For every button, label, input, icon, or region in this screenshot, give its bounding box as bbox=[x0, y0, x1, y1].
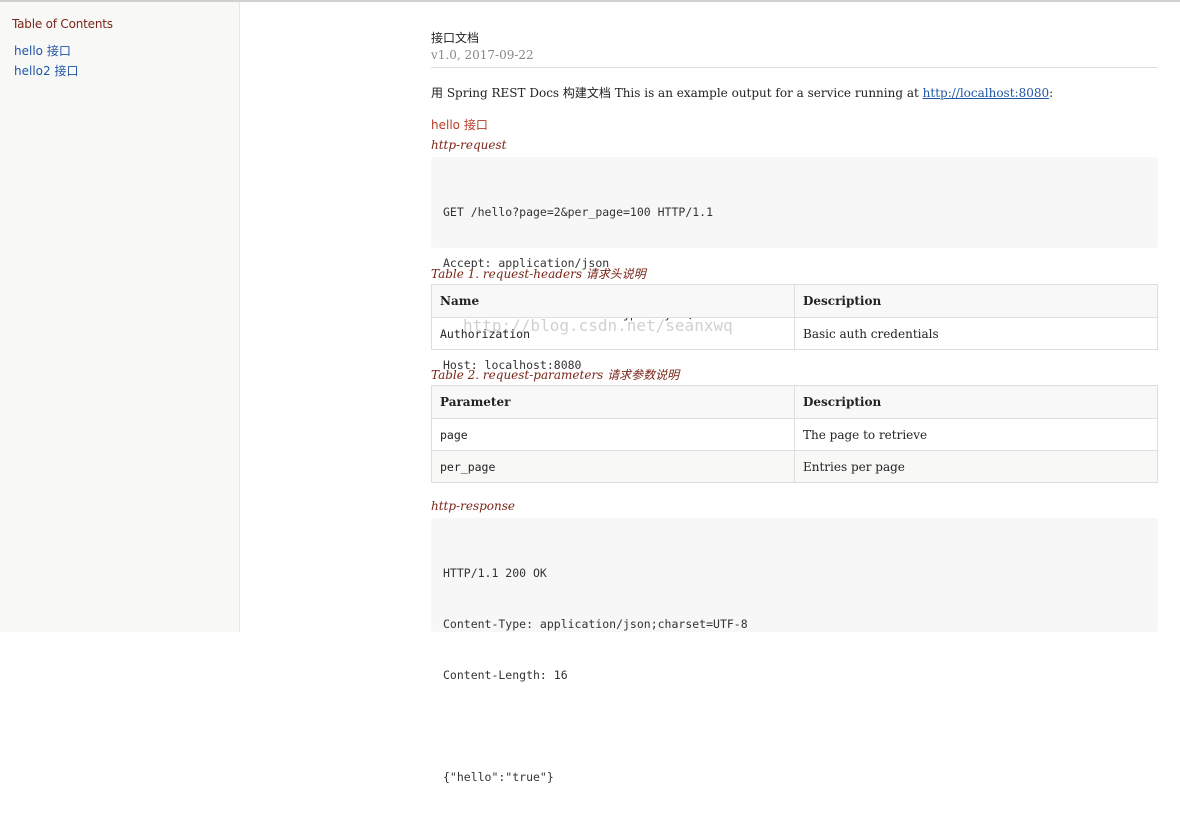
intro-paragraph: 用 Spring REST Docs 构建文档 This is an examp… bbox=[431, 84, 1053, 101]
response-line: Content-Type: application/json;charset=U… bbox=[443, 617, 748, 631]
column-header: Name bbox=[431, 284, 795, 318]
table-cell: Basic auth credentials bbox=[794, 317, 1158, 350]
localhost-link[interactable]: http://localhost:8080 bbox=[923, 86, 1049, 100]
intro-suffix: : bbox=[1049, 86, 1054, 100]
table-cell: The page to retrieve bbox=[794, 418, 1158, 451]
toc-sidebar: Table of Contents hello 接口 hello2 接口 bbox=[0, 2, 240, 632]
toc-title: Table of Contents bbox=[12, 17, 113, 31]
toc-item-hello2[interactable]: hello2 接口 bbox=[14, 61, 78, 81]
table-row: per_page Entries per page bbox=[431, 450, 1158, 483]
table-header-row: Parameter Description bbox=[431, 385, 1158, 419]
response-line: {"hello":"true"} bbox=[443, 770, 554, 784]
doc-version: v1.0, 2017-09-22 bbox=[431, 48, 534, 62]
http-request-label: http-request bbox=[431, 138, 507, 152]
response-line: Content-Length: 16 bbox=[443, 668, 568, 682]
http-request-block: GET /hello?page=2&per_page=100 HTTP/1.1 … bbox=[431, 157, 1158, 372]
column-header: Description bbox=[794, 284, 1158, 318]
request-line: GET /hello?page=2&per_page=100 HTTP/1.1 bbox=[443, 205, 714, 219]
table-row: page The page to retrieve bbox=[431, 418, 1158, 451]
response-line: HTTP/1.1 200 OK bbox=[443, 566, 547, 580]
table-header-row: Name Description bbox=[431, 284, 1158, 318]
table1-caption: Table 1. request-headers 请求头说明 bbox=[431, 267, 646, 281]
toc-list: hello 接口 hello2 接口 bbox=[14, 41, 78, 81]
request-parameters-table: Parameter Description page The page to r… bbox=[431, 385, 1158, 483]
table-cell: page bbox=[431, 418, 795, 451]
table-cell: Entries per page bbox=[794, 450, 1158, 483]
intro-text: 用 Spring REST Docs 构建文档 This is an examp… bbox=[431, 86, 919, 100]
column-header: Description bbox=[794, 385, 1158, 419]
http-response-block: HTTP/1.1 200 OK Content-Type: applicatio… bbox=[431, 518, 1158, 784]
table2-caption: Table 2. request-parameters 请求参数说明 bbox=[431, 368, 680, 382]
doc-title: 接口文档 bbox=[431, 31, 480, 45]
http-response-label: http-response bbox=[431, 499, 515, 513]
table-cell: per_page bbox=[431, 450, 795, 483]
watermark: http://blog.csdn.net/seanxwq bbox=[463, 316, 733, 335]
header-divider bbox=[431, 67, 1158, 68]
response-line bbox=[443, 718, 1146, 735]
column-header: Parameter bbox=[431, 385, 795, 419]
toc-item-hello[interactable]: hello 接口 bbox=[14, 41, 78, 61]
section-title: hello 接口 bbox=[431, 118, 488, 132]
